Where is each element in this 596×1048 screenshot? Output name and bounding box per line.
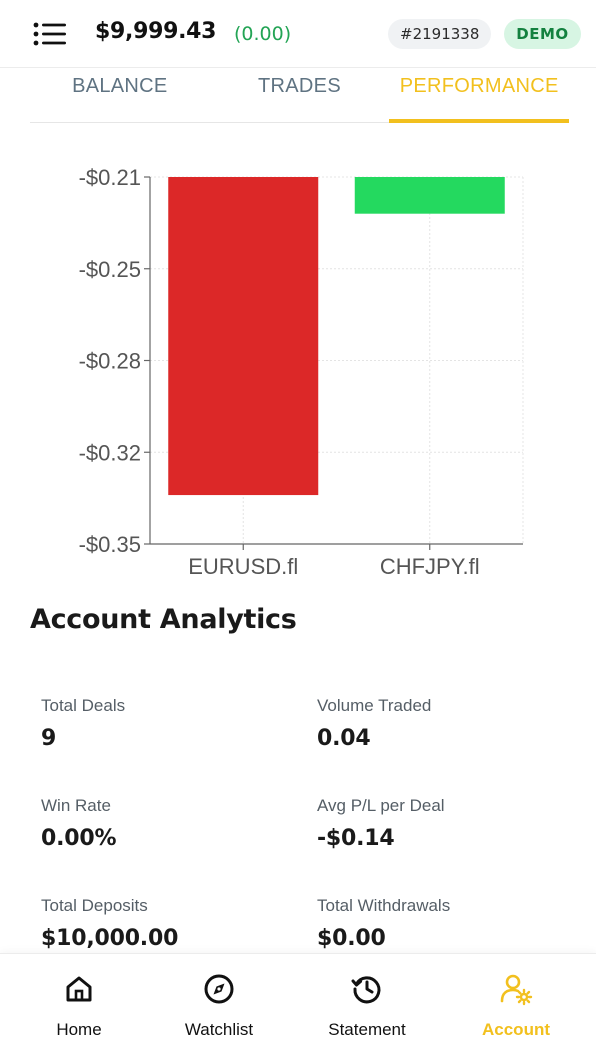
menu-list-icon bbox=[33, 22, 66, 46]
balance-change: (0.00) bbox=[234, 23, 292, 45]
stat-value: 9 bbox=[41, 726, 57, 751]
nav-label: Account bbox=[482, 1020, 550, 1039]
stat-total-deals: Total Deals 9 bbox=[41, 696, 301, 751]
nav-label: Watchlist bbox=[184, 1020, 254, 1039]
stat-value: 0.04 bbox=[317, 726, 371, 751]
stat-value: -$0.14 bbox=[317, 826, 395, 851]
account-type-badge[interactable]: DEMO bbox=[504, 19, 581, 49]
bottom-navigation: Home Watchlist Statement Account bbox=[0, 953, 596, 1048]
menu-button[interactable] bbox=[30, 19, 70, 51]
tab-balance[interactable]: BALANCE bbox=[30, 68, 210, 122]
nav-watchlist[interactable]: Watchlist bbox=[149, 954, 289, 1048]
x-tick-label: EURUSD.fl bbox=[188, 554, 298, 579]
performance-chart: -$0.21 -$0.25 -$0.28 -$0.32 -$0.35 EURUSD.fl C… bbox=[0, 150, 596, 590]
nav-label: Home bbox=[56, 1020, 102, 1039]
tab-performance[interactable]: PERFORMANCE bbox=[389, 68, 569, 123]
bar-eurusd-fl bbox=[168, 177, 319, 496]
stat-total-deposits: Total Deposits $10,000.00 bbox=[41, 896, 301, 951]
y-tick-label: -$0.28 bbox=[79, 349, 141, 374]
stat-label: Total Deposits bbox=[41, 896, 148, 915]
stat-volume-traded: Volume Traded 0.04 bbox=[317, 696, 577, 751]
nav-home[interactable]: Home bbox=[9, 954, 149, 1048]
bar-chfjpy-fl bbox=[354, 177, 505, 214]
stat-avg-pl: Avg P/L per Deal -$0.14 bbox=[317, 796, 577, 851]
compass-icon bbox=[204, 974, 234, 1004]
stat-value: 0.00% bbox=[41, 826, 117, 851]
account-balance: $9,999.43 bbox=[95, 19, 217, 44]
tab-trades[interactable]: TRADES bbox=[210, 68, 390, 122]
stat-label: Avg P/L per Deal bbox=[317, 796, 445, 815]
y-tick-label: -$0.21 bbox=[79, 165, 141, 190]
y-tick-label: -$0.35 bbox=[79, 532, 141, 557]
y-tick-label: -$0.25 bbox=[79, 257, 141, 282]
stat-label: Total Deals bbox=[41, 696, 126, 715]
stat-label: Total Withdrawals bbox=[317, 896, 451, 915]
stat-value: $10,000.00 bbox=[41, 926, 179, 951]
analytics-title: Account Analytics bbox=[30, 604, 297, 635]
history-icon bbox=[351, 976, 381, 1004]
stat-label: Win Rate bbox=[41, 796, 111, 815]
account-number-badge[interactable]: #2191338 bbox=[388, 19, 492, 49]
account-tabs: BALANCE TRADES PERFORMANCE bbox=[30, 68, 569, 123]
stat-win-rate: Win Rate 0.00% bbox=[41, 796, 301, 851]
stat-value: $0.00 bbox=[317, 926, 386, 951]
y-tick-label: -$0.32 bbox=[79, 440, 141, 465]
nav-account[interactable]: Account bbox=[446, 954, 586, 1048]
stat-total-withdrawals: Total Withdrawals $0.00 bbox=[317, 896, 577, 951]
nav-statement[interactable]: Statement bbox=[297, 954, 437, 1048]
stat-label: Volume Traded bbox=[317, 696, 432, 715]
x-tick-label: CHFJPY.fl bbox=[380, 554, 480, 579]
performance-bar-chart: -$0.21 -$0.25 -$0.28 -$0.32 -$0.35 EURUSD.fl C… bbox=[79, 165, 524, 579]
nav-label: Statement bbox=[328, 1020, 406, 1039]
user-settings-icon bbox=[500, 974, 533, 1006]
top-header: $9,999.43 (0.00) #2191338 DEMO bbox=[0, 0, 596, 68]
home-icon bbox=[66, 976, 92, 1002]
